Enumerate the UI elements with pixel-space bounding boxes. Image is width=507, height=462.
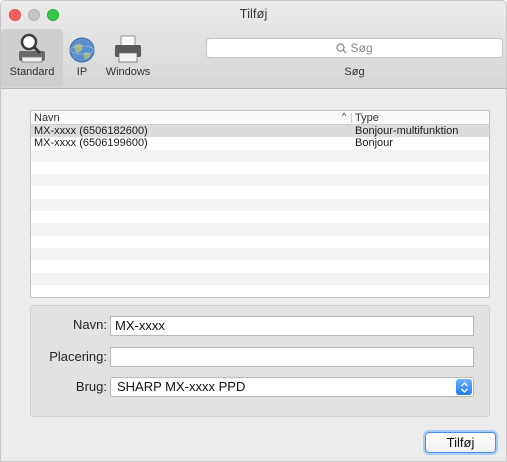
add-printer-window: Tilføj Standard IP Windows Søg Søg Navn … bbox=[0, 0, 507, 462]
search-input[interactable]: Søg bbox=[206, 38, 503, 58]
empty-row bbox=[31, 223, 489, 236]
magnifier-printer-icon bbox=[19, 33, 45, 63]
empty-row bbox=[31, 211, 489, 223]
column-header-type[interactable]: Type bbox=[355, 112, 379, 124]
name-label: Navn: bbox=[73, 317, 107, 332]
location-label: Placering: bbox=[49, 349, 107, 364]
toolbar-ip-label: IP bbox=[76, 66, 88, 78]
empty-row bbox=[31, 260, 489, 272]
list-header: Navn ^ Type bbox=[31, 111, 489, 125]
titlebar-toolbar: Tilføj Standard IP Windows Søg Søg bbox=[1, 1, 506, 89]
empty-row bbox=[31, 186, 489, 198]
location-field[interactable] bbox=[110, 347, 474, 367]
search-label: Søg bbox=[344, 66, 365, 78]
empty-row bbox=[31, 272, 489, 285]
empty-row bbox=[31, 174, 489, 187]
driver-select-value: SHARP MX-xxxx PPD bbox=[117, 379, 246, 394]
list-rows: MX-xxxx (6506182600) Bonjour-multifunkti… bbox=[31, 125, 489, 297]
table-row[interactable]: MX-xxxx (6506182600) Bonjour-multifunkti… bbox=[31, 125, 489, 138]
printer-list[interactable]: Navn ^ Type MX-xxxx (6506182600) Bonjour… bbox=[30, 110, 490, 298]
row-type: Bonjour-multifunktion bbox=[355, 125, 459, 137]
empty-row bbox=[31, 162, 489, 174]
empty-row bbox=[31, 149, 489, 162]
add-button[interactable]: Tilføj bbox=[425, 432, 496, 453]
name-field[interactable]: MX-xxxx bbox=[110, 316, 474, 336]
printer-details-panel: Navn: MX-xxxx Placering: Brug: SHARP MX-… bbox=[30, 305, 490, 417]
printer-icon bbox=[115, 35, 141, 63]
toolbar-standard-button[interactable]: Standard bbox=[1, 29, 63, 87]
column-header-name[interactable]: Navn bbox=[34, 112, 60, 124]
driver-select[interactable]: SHARP MX-xxxx PPD bbox=[110, 377, 474, 397]
sort-ascending-icon: ^ bbox=[342, 111, 347, 121]
toolbar-ip-button[interactable]: IP bbox=[63, 29, 101, 78]
search-icon bbox=[336, 42, 347, 53]
window-title: Tilføj bbox=[239, 6, 268, 21]
search-placeholder: Søg bbox=[350, 41, 373, 55]
empty-row bbox=[31, 236, 489, 248]
row-type: Bonjour bbox=[355, 137, 393, 150]
empty-row bbox=[31, 247, 489, 261]
use-label: Brug: bbox=[75, 379, 107, 394]
empty-row bbox=[31, 285, 489, 297]
updown-chevron-icon bbox=[456, 379, 472, 395]
toolbar-standard-label: Standard bbox=[9, 66, 55, 78]
globe-icon bbox=[69, 37, 95, 63]
row-name: MX-xxxx (6506182600) bbox=[34, 125, 148, 137]
toolbar-windows-button[interactable]: Windows bbox=[97, 29, 159, 78]
table-row[interactable]: MX-xxxx (6506199600) Bonjour bbox=[31, 137, 489, 149]
column-divider bbox=[351, 113, 352, 123]
row-name: MX-xxxx (6506199600) bbox=[34, 137, 148, 150]
toolbar-windows-label: Windows bbox=[105, 66, 151, 78]
empty-row bbox=[31, 198, 489, 212]
